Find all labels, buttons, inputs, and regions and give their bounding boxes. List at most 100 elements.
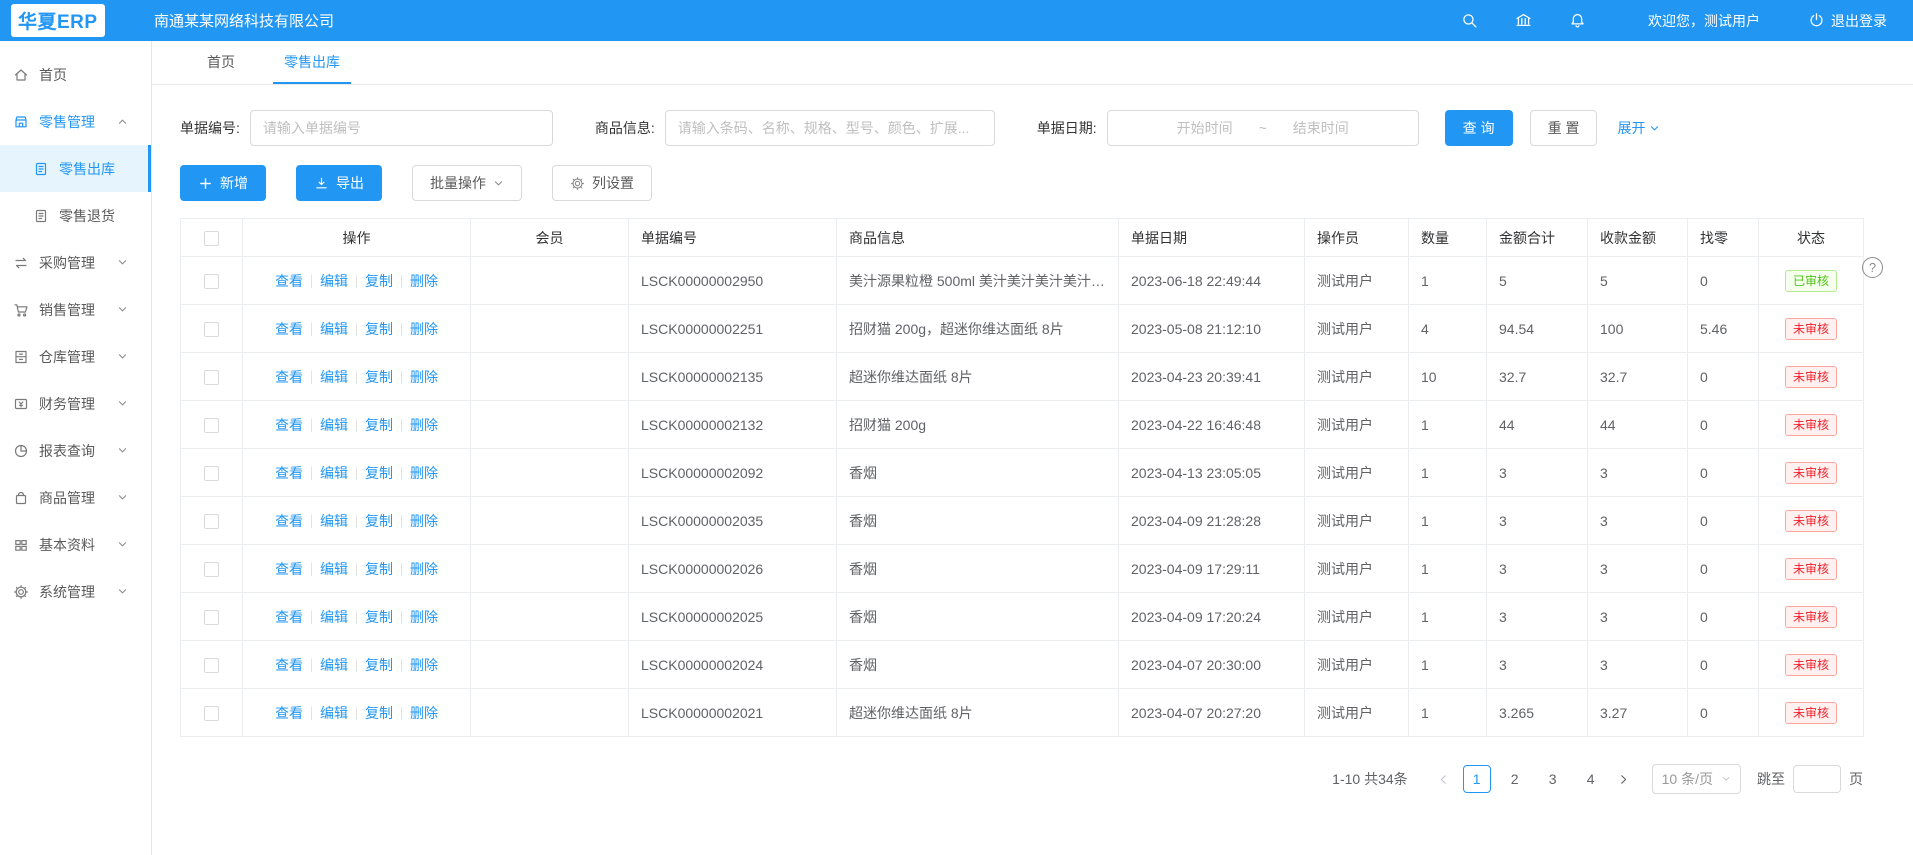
cell-qty: 1 — [1409, 689, 1487, 737]
row-action-copy[interactable]: 复制 — [365, 273, 393, 289]
row-checkbox[interactable] — [204, 562, 219, 577]
row-action-view[interactable]: 查看 — [275, 321, 303, 337]
row-action-delete[interactable]: 删除 — [410, 321, 438, 337]
row-action-view[interactable]: 查看 — [275, 465, 303, 481]
cell-actions: 查看 编辑 复制 删除 — [243, 689, 471, 737]
row-checkbox[interactable] — [204, 274, 219, 289]
row-action-edit[interactable]: 编辑 — [320, 273, 348, 289]
row-action-delete[interactable]: 删除 — [410, 369, 438, 385]
chevron-down-icon — [117, 539, 128, 550]
sidebar-item-retail-out[interactable]: 零售出库 — [0, 145, 151, 192]
cell-qty: 1 — [1409, 257, 1487, 305]
cell-order_no: LSCK00000002135 — [629, 353, 837, 401]
product-info-input[interactable] — [665, 110, 995, 146]
row-action-edit[interactable]: 编辑 — [320, 705, 348, 721]
row-action-delete[interactable]: 删除 — [410, 465, 438, 481]
sidebar-item-goods[interactable]: 商品管理 — [0, 474, 151, 521]
row-action-copy[interactable]: 复制 — [365, 321, 393, 337]
row-action-edit[interactable]: 编辑 — [320, 465, 348, 481]
search-icon[interactable] — [1461, 12, 1478, 29]
help-icon[interactable]: ? — [1862, 257, 1883, 278]
row-action-edit[interactable]: 编辑 — [320, 417, 348, 433]
row-checkbox[interactable] — [204, 706, 219, 721]
platform-icon[interactable] — [1515, 12, 1532, 29]
page-button-2[interactable]: 2 — [1501, 765, 1529, 793]
warehouse-icon — [13, 349, 29, 365]
sidebar-item-basic[interactable]: 基本资料 — [0, 521, 151, 568]
row-action-view[interactable]: 查看 — [275, 609, 303, 625]
row-action-delete[interactable]: 删除 — [410, 513, 438, 529]
sidebar-item-home[interactable]: 首页 — [0, 51, 151, 98]
row-action-delete[interactable]: 删除 — [410, 417, 438, 433]
jump-page-input[interactable] — [1793, 765, 1841, 793]
row-action-copy[interactable]: 复制 — [365, 417, 393, 433]
row-action-view[interactable]: 查看 — [275, 513, 303, 529]
prev-page-button[interactable] — [1430, 765, 1458, 793]
sidebar-item-retail-return[interactable]: 零售退货 — [0, 192, 151, 239]
sidebar-item-retail[interactable]: 零售管理 — [0, 98, 151, 145]
notification-bell-icon[interactable] — [1569, 12, 1586, 29]
row-action-delete[interactable]: 删除 — [410, 561, 438, 577]
row-action-copy[interactable]: 复制 — [365, 369, 393, 385]
row-checkbox[interactable] — [204, 658, 219, 673]
row-action-edit[interactable]: 编辑 — [320, 513, 348, 529]
row-action-edit[interactable]: 编辑 — [320, 657, 348, 673]
sidebar-item-report[interactable]: 报表查询 — [0, 427, 151, 474]
expand-link[interactable]: 展开 — [1617, 118, 1660, 138]
cell-order_no: LSCK00000002132 — [629, 401, 837, 449]
sidebar-item-system[interactable]: 系统管理 — [0, 568, 151, 615]
sidebar-item-sales[interactable]: 销售管理 — [0, 286, 151, 333]
cell-product: 超迷你维达面纸 8片 — [837, 689, 1119, 737]
row-action-copy[interactable]: 复制 — [365, 609, 393, 625]
row-action-copy[interactable]: 复制 — [365, 705, 393, 721]
sidebar-item-finance[interactable]: 财务管理 — [0, 380, 151, 427]
table-row: 查看编辑复制删除LSCK00000002024香烟2023-04-07 20:3… — [181, 641, 1864, 689]
row-action-delete[interactable]: 删除 — [410, 657, 438, 673]
row-checkbox[interactable] — [204, 370, 219, 385]
row-checkbox[interactable] — [204, 610, 219, 625]
row-action-copy[interactable]: 复制 — [365, 465, 393, 481]
tab-retail-out[interactable]: 零售出库 — [273, 41, 351, 84]
row-checkbox[interactable] — [204, 514, 219, 529]
page-button-3[interactable]: 3 — [1539, 765, 1567, 793]
sidebar-item-purchase[interactable]: 采购管理 — [0, 239, 151, 286]
row-action-view[interactable]: 查看 — [275, 273, 303, 289]
logout-icon — [1808, 12, 1825, 29]
next-page-button[interactable] — [1610, 765, 1638, 793]
search-button[interactable]: 查 询 — [1445, 110, 1513, 146]
user-menu[interactable]: 欢迎您，测试用户 — [1648, 11, 1760, 31]
reset-button[interactable]: 重 置 — [1530, 110, 1598, 146]
row-action-delete[interactable]: 删除 — [410, 609, 438, 625]
row-action-view[interactable]: 查看 — [275, 657, 303, 673]
page-button-1[interactable]: 1 — [1463, 765, 1491, 793]
select-all-checkbox[interactable] — [204, 231, 219, 246]
sidebar-item-warehouse[interactable]: 仓库管理 — [0, 333, 151, 380]
column-settings-button[interactable]: 列设置 — [552, 165, 652, 201]
row-action-edit[interactable]: 编辑 — [320, 369, 348, 385]
batch-operations-button[interactable]: 批量操作 — [412, 165, 522, 201]
page-button-4[interactable]: 4 — [1577, 765, 1605, 793]
row-action-view[interactable]: 查看 — [275, 561, 303, 577]
row-action-view[interactable]: 查看 — [275, 417, 303, 433]
row-action-delete[interactable]: 删除 — [410, 273, 438, 289]
row-action-view[interactable]: 查看 — [275, 369, 303, 385]
row-action-copy[interactable]: 复制 — [365, 513, 393, 529]
order-no-input[interactable] — [250, 110, 553, 146]
row-action-copy[interactable]: 复制 — [365, 561, 393, 577]
logout-button[interactable]: 退出登录 — [1808, 11, 1887, 31]
row-action-edit[interactable]: 编辑 — [320, 561, 348, 577]
row-action-view[interactable]: 查看 — [275, 705, 303, 721]
row-checkbox[interactable] — [204, 466, 219, 481]
page-size-select[interactable]: 10 条/页 — [1652, 764, 1741, 794]
row-checkbox[interactable] — [204, 418, 219, 433]
row-action-edit[interactable]: 编辑 — [320, 321, 348, 337]
row-checkbox[interactable] — [204, 322, 219, 337]
row-action-delete[interactable]: 删除 — [410, 705, 438, 721]
row-action-edit[interactable]: 编辑 — [320, 609, 348, 625]
status-badge: 未审核 — [1785, 318, 1837, 340]
row-action-copy[interactable]: 复制 — [365, 657, 393, 673]
export-button[interactable]: 导出 — [296, 165, 382, 201]
tab-home[interactable]: 首页 — [196, 41, 246, 84]
date-range-picker[interactable]: 开始时间 ~ 结束时间 — [1107, 110, 1419, 146]
add-button[interactable]: 新增 — [180, 165, 266, 201]
